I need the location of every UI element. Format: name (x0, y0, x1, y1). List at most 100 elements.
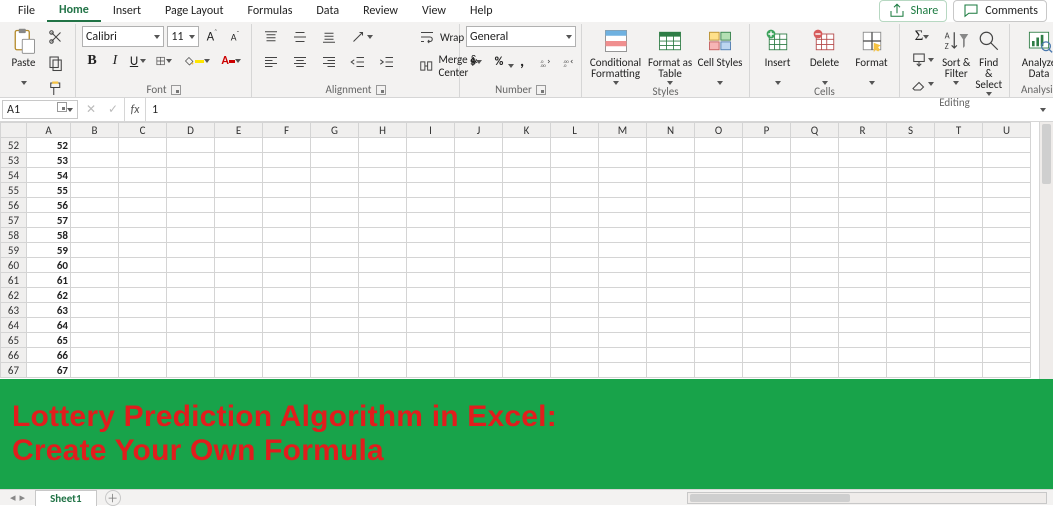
conditional-formatting-button[interactable]: Conditional Formatting (588, 26, 643, 85)
col-header[interactable]: R (839, 123, 887, 138)
sheet-tab[interactable]: Sheet1 (35, 490, 97, 506)
font-dialog-launcher[interactable] (171, 85, 181, 95)
format-painter-button[interactable] (43, 78, 69, 100)
row-header[interactable]: 58 (1, 228, 27, 243)
fill-button[interactable] (906, 49, 938, 71)
row-header[interactable]: 67 (1, 363, 27, 378)
format-cells-button[interactable]: Format (850, 26, 893, 85)
cell-styles-button[interactable]: Cell Styles (697, 26, 743, 85)
tab-scroll-right[interactable]: ▸ (20, 491, 26, 504)
enter-formula-button[interactable]: ✓ (102, 98, 124, 121)
clear-button[interactable] (906, 73, 938, 95)
worksheet-grid[interactable]: A B C D E F G H I J K L M N O P Q R S T … (0, 122, 1053, 378)
tab-insert[interactable]: Insert (101, 1, 153, 21)
col-header[interactable]: G (311, 123, 359, 138)
analyze-data-button[interactable]: Analyze Data (1016, 26, 1053, 79)
autosum-button[interactable]: Σ (906, 26, 938, 47)
row-header[interactable]: 62 (1, 288, 27, 303)
tab-data[interactable]: Data (304, 1, 351, 21)
tab-formulas[interactable]: Formulas (235, 1, 304, 21)
copy-button[interactable] (43, 52, 69, 74)
borders-button[interactable] (151, 50, 176, 72)
row-header[interactable]: 61 (1, 273, 27, 288)
accounting-format-button[interactable]: $ (466, 52, 486, 72)
row-header[interactable]: 56 (1, 198, 27, 213)
row-header[interactable]: 60 (1, 258, 27, 273)
row-header[interactable]: 53 (1, 153, 27, 168)
decrease-font-button[interactable]: Aˇ (225, 27, 245, 47)
decrease-indent-button[interactable] (345, 51, 371, 73)
cell[interactable]: 62 (27, 288, 71, 303)
col-header[interactable]: M (599, 123, 647, 138)
find-select-button[interactable]: Find & Select (975, 26, 1004, 96)
cell[interactable]: 66 (27, 348, 71, 363)
horizontal-scrollbar[interactable] (687, 492, 1047, 504)
row-header[interactable]: 57 (1, 213, 27, 228)
font-size-combo[interactable]: 11 (167, 26, 199, 47)
row-header[interactable]: 63 (1, 303, 27, 318)
tab-file[interactable]: File (6, 1, 47, 21)
scrollbar-thumb[interactable] (690, 494, 850, 502)
col-header[interactable]: U (983, 123, 1031, 138)
cell[interactable]: 56 (27, 198, 71, 213)
row-header[interactable]: 66 (1, 348, 27, 363)
cell[interactable]: 65 (27, 333, 71, 348)
tab-help[interactable]: Help (458, 1, 505, 21)
scrollbar-thumb[interactable] (1042, 124, 1051, 184)
cell[interactable]: 55 (27, 183, 71, 198)
tab-review[interactable]: Review (351, 1, 410, 21)
col-header[interactable]: C (119, 123, 167, 138)
col-header[interactable]: H (359, 123, 407, 138)
row-header[interactable]: 52 (1, 138, 27, 153)
col-header[interactable]: Q (791, 123, 839, 138)
cell[interactable]: 63 (27, 303, 71, 318)
percent-format-button[interactable]: % (489, 52, 509, 72)
col-header[interactable]: N (647, 123, 695, 138)
comma-format-button[interactable]: , (512, 50, 532, 73)
align-middle-button[interactable] (287, 26, 313, 48)
col-header[interactable]: A (27, 123, 71, 138)
font-color-button[interactable]: A (217, 51, 245, 71)
number-dialog-launcher[interactable] (536, 85, 546, 95)
tab-home[interactable]: Home (47, 0, 101, 22)
col-header[interactable]: D (167, 123, 215, 138)
bold-button[interactable]: B (82, 51, 102, 71)
cell[interactable]: 60 (27, 258, 71, 273)
format-as-table-button[interactable]: Format as Table (647, 26, 693, 85)
increase-font-button[interactable]: Aˆ (202, 26, 222, 46)
share-button[interactable]: Share (879, 0, 948, 22)
align-bottom-button[interactable] (316, 26, 342, 48)
cell[interactable]: 61 (27, 273, 71, 288)
delete-cells-button[interactable]: Delete (803, 26, 846, 85)
align-right-button[interactable] (316, 51, 342, 73)
orientation-button[interactable] (345, 26, 377, 48)
align-left-button[interactable] (258, 51, 284, 73)
cell[interactable]: 59 (27, 243, 71, 258)
italic-button[interactable]: I (105, 51, 125, 71)
expand-formula-bar-button[interactable] (1033, 98, 1053, 121)
col-header[interactable]: E (215, 123, 263, 138)
cancel-formula-button[interactable]: ✕ (80, 98, 102, 121)
col-header[interactable]: L (551, 123, 599, 138)
row-header[interactable]: 54 (1, 168, 27, 183)
fill-color-button[interactable] (179, 50, 214, 72)
tab-view[interactable]: View (410, 1, 458, 21)
cell[interactable]: 57 (27, 213, 71, 228)
sort-filter-button[interactable]: AZ Sort & Filter (942, 26, 971, 85)
insert-cells-button[interactable]: Insert (756, 26, 799, 85)
cell[interactable]: 58 (27, 228, 71, 243)
alignment-dialog-launcher[interactable] (376, 85, 386, 95)
tab-scroll-left[interactable]: ◂ (10, 491, 16, 504)
row-header[interactable]: 65 (1, 333, 27, 348)
number-format-combo[interactable]: General (466, 26, 576, 47)
new-sheet-button[interactable]: ＋ (105, 490, 121, 506)
col-header[interactable]: J (455, 123, 503, 138)
clipboard-dialog-launcher[interactable] (57, 102, 67, 112)
col-header[interactable]: K (503, 123, 551, 138)
tab-page-layout[interactable]: Page Layout (153, 1, 235, 21)
row-header[interactable]: 64 (1, 318, 27, 333)
col-header[interactable]: S (887, 123, 935, 138)
col-header[interactable]: P (743, 123, 791, 138)
col-header[interactable]: F (263, 123, 311, 138)
cell[interactable]: 67 (27, 363, 71, 378)
